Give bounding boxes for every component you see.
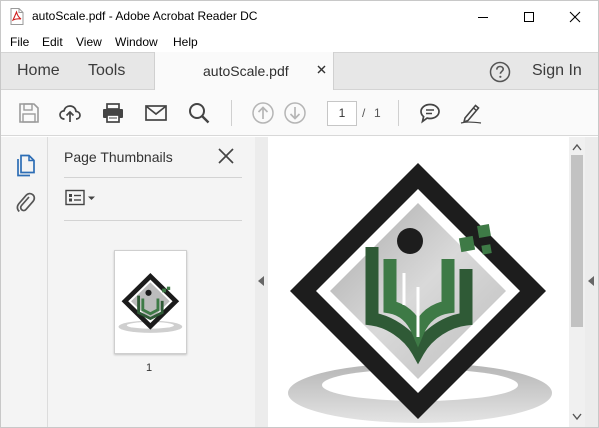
tutorialspoint-logo xyxy=(288,163,552,423)
envelope-icon[interactable] xyxy=(144,101,168,125)
close-tab-icon[interactable] xyxy=(316,62,328,78)
scroll-down-icon[interactable] xyxy=(572,413,582,421)
paperclip-icon[interactable] xyxy=(14,190,36,214)
minimize-button[interactable] xyxy=(460,1,506,32)
cloud-upload-icon[interactable] xyxy=(58,101,82,125)
menu-file[interactable]: File xyxy=(10,35,29,49)
pen-icon[interactable] xyxy=(459,101,483,125)
chevron-left-icon xyxy=(588,276,594,286)
page-down-icon[interactable] xyxy=(283,101,307,125)
toolbar-divider xyxy=(398,100,399,126)
thumbnails-panel: Page Thumbnails 1 xyxy=(48,137,255,427)
page-up-icon[interactable] xyxy=(251,101,275,125)
toolbar: 1 / 1 xyxy=(1,90,598,136)
page-total: 1 xyxy=(374,106,381,120)
scrollbar-thumb[interactable] xyxy=(571,155,583,327)
panel-title: Page Thumbnails xyxy=(64,149,173,165)
panel-collapse-handle[interactable] xyxy=(255,137,268,427)
left-rail xyxy=(1,137,48,427)
pdf-file-icon xyxy=(10,8,24,25)
print-icon[interactable] xyxy=(101,101,125,125)
document-view[interactable] xyxy=(268,137,569,427)
page-number-input[interactable]: 1 xyxy=(327,101,357,126)
comment-icon[interactable] xyxy=(418,101,442,125)
scroll-up-icon[interactable] xyxy=(572,143,582,151)
vertical-scrollbar[interactable] xyxy=(569,137,585,427)
home-tab[interactable]: Home xyxy=(17,62,60,80)
right-pane-handle[interactable] xyxy=(585,137,598,427)
panel-divider xyxy=(64,177,242,178)
document-tab[interactable]: autoScale.pdf xyxy=(154,52,334,90)
maximize-icon xyxy=(524,11,534,22)
window-title: autoScale.pdf - Adobe Acrobat Reader DC xyxy=(32,9,258,23)
panel-divider xyxy=(64,220,242,221)
menu-edit[interactable]: Edit xyxy=(42,35,63,49)
help-icon[interactable] xyxy=(489,61,511,83)
nav-bar: Home Tools autoScale.pdf Sign In xyxy=(1,52,598,90)
page-separator: / xyxy=(362,106,366,120)
document-tab-label: autoScale.pdf xyxy=(203,63,289,79)
menu-bar: File Edit View Window Help xyxy=(1,32,598,52)
pdf-page xyxy=(268,137,569,427)
thumbnail-page-number: 1 xyxy=(146,362,153,374)
menu-window[interactable]: Window xyxy=(115,35,158,49)
toolbar-divider xyxy=(231,100,232,126)
tools-tab[interactable]: Tools xyxy=(88,62,125,80)
acrobat-window: autoScale.pdf - Adobe Acrobat Reader DC … xyxy=(0,0,599,428)
page-thumbnails-icon[interactable] xyxy=(14,153,36,177)
thumbnail-options-icon[interactable] xyxy=(65,189,97,207)
chevron-left-icon xyxy=(258,276,264,286)
save-icon[interactable] xyxy=(17,101,41,125)
close-window-button[interactable] xyxy=(552,1,598,32)
search-icon[interactable] xyxy=(187,101,211,125)
page-thumbnail[interactable] xyxy=(114,250,187,354)
close-icon xyxy=(569,11,581,22)
title-bar: autoScale.pdf - Adobe Acrobat Reader DC xyxy=(1,1,598,32)
page-thumbnail-image xyxy=(118,272,183,333)
menu-help[interactable]: Help xyxy=(173,35,198,49)
close-icon[interactable] xyxy=(216,146,236,166)
maximize-button[interactable] xyxy=(506,1,552,32)
minimize-icon xyxy=(478,16,488,18)
sign-in-link[interactable]: Sign In xyxy=(532,62,582,80)
menu-view[interactable]: View xyxy=(76,35,102,49)
